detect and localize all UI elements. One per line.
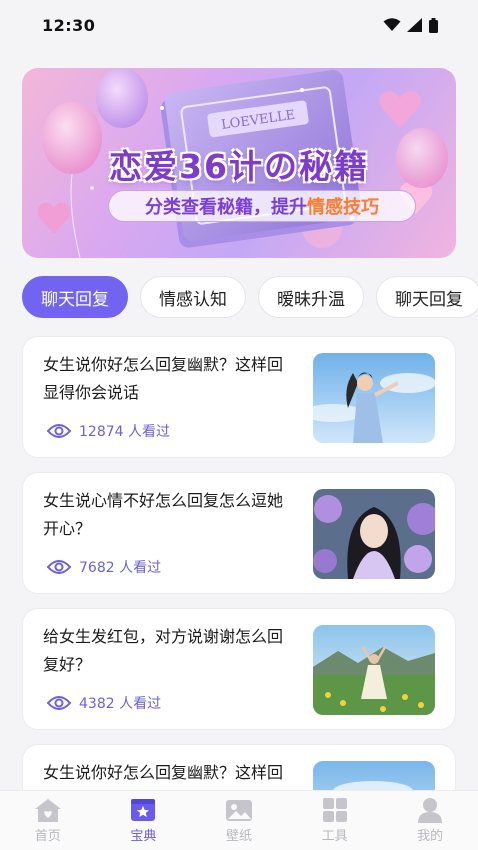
battery-icon	[429, 17, 438, 33]
wifi-icon	[383, 18, 401, 31]
status-bar: 12:30	[0, 0, 478, 50]
status-icons	[383, 17, 438, 33]
nav-mine[interactable]: 我的	[390, 797, 470, 844]
article-card[interactable]: 女生说心情不好怎么回复怎么逗她开心？ 7682 人看过	[22, 472, 456, 594]
eye-icon	[47, 560, 71, 574]
category-tabs: 聊天回复 情感认知 暧昧升温 聊天回复	[22, 276, 478, 318]
nav-label: 我的	[417, 829, 444, 844]
banner-title: 恋爱36计の秘籍	[109, 147, 369, 186]
tab-emotion-cognition[interactable]: 情感认知	[140, 276, 246, 318]
tab-ambiguous-warming[interactable]: 暧昧升温	[258, 276, 364, 318]
banner-subtitle-text: 分类查看秘籍，提升	[145, 197, 307, 218]
article-thumbnail	[313, 489, 435, 579]
article-card[interactable]: 给女生发红包，对方说谢谢怎么回复好？ 4382 人看过	[22, 608, 456, 730]
article-title: 给女生发红包，对方说谢谢怎么回复好？	[43, 627, 284, 674]
banner-subtitle: 分类查看秘籍，提升 情感技巧	[108, 190, 416, 222]
nav-label: 壁纸	[225, 829, 252, 844]
status-time: 12:30	[42, 15, 96, 35]
view-count-text: 7682 人看过	[79, 560, 162, 576]
view-count: 4382 人看过	[47, 693, 161, 713]
signal-icon	[407, 18, 422, 32]
bottom-nav: 首页 宝典 壁纸 工具 我的	[0, 790, 478, 850]
nav-label: 首页	[34, 829, 61, 844]
view-count: 7682 人看过	[47, 557, 161, 577]
promo-banner[interactable]: LOEVELLE 恋爱36计の秘籍 分类查看秘籍，提升 情感技巧	[22, 68, 456, 258]
home-icon	[34, 799, 61, 822]
view-count-text: 4382 人看过	[79, 696, 162, 712]
article-title: 女生说你好怎么回复幽默？这样回显得你会说话	[43, 355, 284, 402]
grid-icon	[322, 798, 347, 822]
nav-home[interactable]: 首页	[8, 797, 88, 844]
view-count: 12874 人看过	[47, 421, 170, 441]
image-icon	[225, 800, 252, 821]
article-thumbnail	[313, 625, 435, 715]
tab-chat-reply-2[interactable]: 聊天回复	[376, 276, 478, 318]
nav-guide[interactable]: 宝典	[103, 797, 183, 844]
article-thumbnail	[313, 353, 435, 443]
eye-icon	[47, 696, 71, 710]
nav-tools[interactable]: 工具	[295, 797, 375, 844]
tab-chat-reply[interactable]: 聊天回复	[22, 276, 128, 318]
nav-wallpaper[interactable]: 壁纸	[199, 797, 279, 844]
user-icon	[418, 798, 443, 823]
nav-label: 宝典	[130, 829, 157, 844]
banner-subtitle-highlight: 情感技巧	[307, 197, 379, 218]
article-card[interactable]: 女生说你好怎么回复幽默？这样回显得你会说话 12874 人看过	[22, 336, 456, 458]
eye-icon	[47, 424, 71, 438]
view-count-text: 12874 人看过	[79, 424, 170, 440]
book-star-icon	[131, 799, 156, 821]
nav-label: 工具	[321, 829, 348, 844]
article-title: 女生说心情不好怎么回复怎么逗她开心？	[43, 491, 284, 538]
